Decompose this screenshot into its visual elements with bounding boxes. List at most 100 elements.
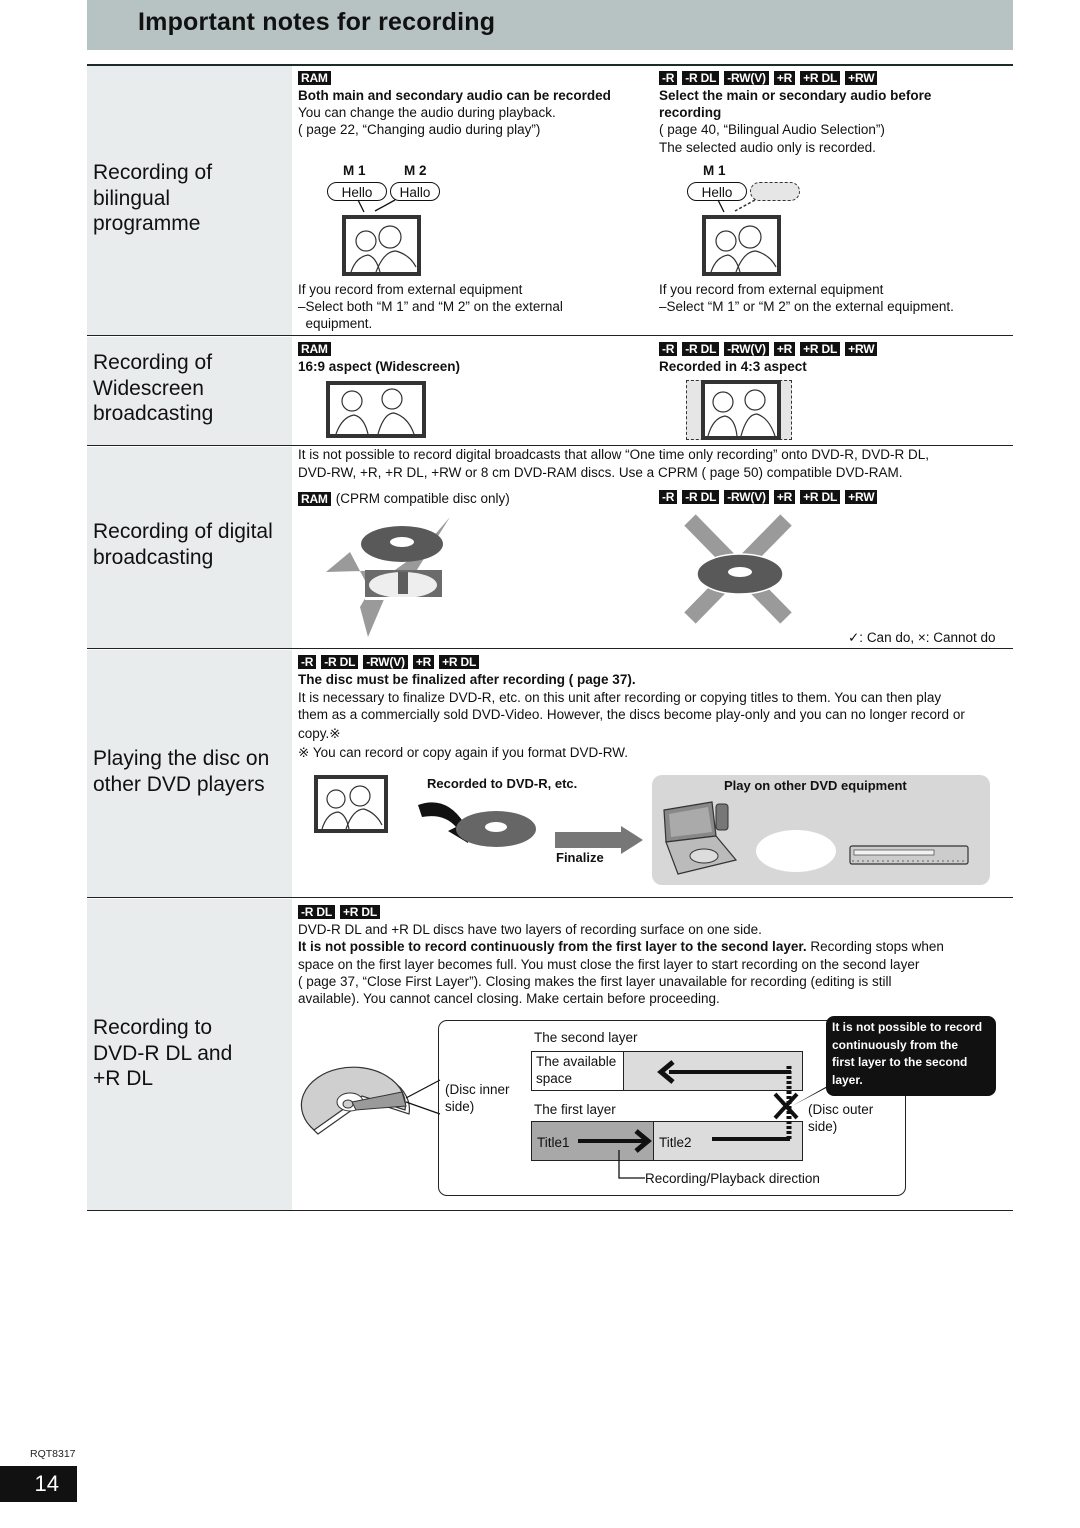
disc-badge: +R DL [800,342,841,356]
portable-dvd-player-icon [663,801,738,875]
body-text: It is not possible to record digital bro… [298,447,930,462]
page-title: Important notes for recording [138,8,496,36]
disc-badges: -R -R DL -RW(V) +R +R DL +RW [659,342,878,356]
label-line: DVD-R DL and [93,1041,233,1065]
couple-illustration [707,389,776,437]
disc-badge: -R DL [682,71,720,85]
available-space-label: space [536,1071,573,1086]
disc-badge: +R DL [439,655,480,669]
label-line: Playing the disc on [93,747,270,770]
disc-badges: -R DL +R DL [298,905,381,919]
disc-badge: +R DL [340,905,381,919]
label-line: Recording of [93,351,213,374]
page-number: 14 [0,1466,77,1502]
disc-badge: +RW [845,71,878,85]
body-text: It is not possible to record continuousl… [298,938,944,955]
disc-badge: -R [659,342,678,356]
body-text: You can change the audio during playback… [298,105,556,120]
callout-line: continuously from the [832,1037,958,1052]
available-space-label: The available [536,1054,617,1069]
tv-picture-icon [342,215,421,276]
cross-disc-icon [684,514,792,624]
body-text: –Select “M 1” or “M 2” on the external e… [659,299,954,314]
finalize-heading: The disc must be finalized after recordi… [298,672,636,687]
layer-jump-blocked-icon [712,1066,799,1141]
label-line: other DVD players [93,772,265,796]
disc-badge: RAM [298,491,331,506]
section-label-widescreen: Recording of Widescreen broadcasting [93,350,213,427]
title2-label: Title2 [659,1135,692,1150]
disc-badge: -R DL [682,342,720,356]
bilingual-right-heading: Select the main or secondary audio befor… [659,88,932,103]
direction-label: Recording/Playback direction [645,1171,820,1186]
body-text: copy.※ [298,726,341,741]
body-text: If you record from external equipment [298,282,523,297]
label-line: Recording of digital [93,520,273,543]
label-line: +R DL [93,1067,154,1090]
widescreen-tv-icon [326,381,426,438]
dvd-recorder-icon [849,845,969,865]
first-layer-label: The first layer [534,1102,616,1117]
section-label-digital: Recording of digital broadcasting [93,519,273,570]
dual-layer-disc-icon [300,1066,441,1135]
warning-callout: It is not possible to record continuousl… [826,1016,996,1096]
outer-side-label: side) [808,1119,838,1134]
footnote: ※ You can record or copy again if you fo… [298,745,628,760]
check-disc-icon [326,517,450,637]
body-text: them as a commercially sold DVD-Video. H… [298,707,965,722]
body-text: Recording stops when [806,939,944,954]
label-line: Recording of [93,161,213,184]
body-text: DVD-R DL and +R DL discs have two layers… [298,922,762,937]
label-line: broadcasting [93,545,214,569]
warning-text: It is not possible to record continuousl… [298,939,807,954]
disc-badge: -R [298,655,317,669]
label-line: broadcasting [93,402,214,425]
bilingual-left-heading: Both main and secondary audio can be rec… [298,88,611,103]
section-label-other-players: Playing the disc on other DVD players [93,746,269,797]
inner-side-label: side) [445,1099,475,1114]
disc-badge: +RW [845,490,878,504]
body-text: space on the first layer becomes full. Y… [298,957,920,972]
legend-can-cannot: ✓: Can do, ×: Cannot do [848,630,996,645]
disc-badge: -RW(V) [724,342,769,356]
callout-line: layer. [832,1072,863,1087]
callout-line: It is not possible to record [832,1020,983,1034]
cprm-caption: (CPRM compatible disc only) [335,491,510,506]
label-line: bilingual [93,186,171,210]
body-text: DVD-RW, +R, +R DL, +RW or 8 cm DVD-RAM d… [298,465,903,480]
disc-badge: +RW [845,342,878,356]
finalize-label: Finalize [556,850,604,865]
body-text: available). You cannot cancel closing. M… [298,991,720,1006]
widescreen-right-heading: Recorded in 4:3 aspect [659,359,807,374]
page-reference: ( page 37, “Close First Layer”). Closing… [298,974,892,989]
body-text: –Select both “M 1” and “M 2” on the exte… [298,299,563,314]
disc-badges: -R -R DL -RW(V) +R +R DL +RW [659,490,878,504]
cprm-row: RAM (CPRM compatible disc only) [298,490,510,507]
body-text: The selected audio only is recorded. [659,140,876,155]
disc-badge: -R [659,71,678,85]
callout-line: first layer to the second [832,1055,968,1069]
record-arrow-disc-icon [418,802,536,847]
couple-illustration [350,225,417,273]
tv-picture-icon [314,775,388,833]
disc-badge: +R [412,655,435,669]
body-text: equipment. [298,316,373,331]
disc-badges: RAM [298,71,331,85]
disc-badge: +R DL [800,490,841,504]
label-line: Widescreen [93,376,204,400]
disc-badge: -RW(V) [724,71,769,85]
divider [87,1210,1013,1211]
disc-badges: -R -R DL -RW(V) +R +R DL [298,655,480,669]
channel-label: M 2 [404,163,427,178]
label-line: Recording to [93,1016,213,1039]
disc-badge: +R [773,71,796,85]
divider [87,648,1013,649]
disc-badge: +R DL [800,71,841,85]
couple-illustration [335,388,415,435]
play-label: Play on other DVD equipment [724,778,907,793]
disc-badge: -RW(V) [724,490,769,504]
bubble-tails [717,199,756,213]
widescreen-left-heading: 16:9 aspect (Widescreen) [298,359,460,374]
section-label-bilingual: Recording of bilingual programme [93,160,212,237]
disc-badge: RAM [298,71,331,85]
